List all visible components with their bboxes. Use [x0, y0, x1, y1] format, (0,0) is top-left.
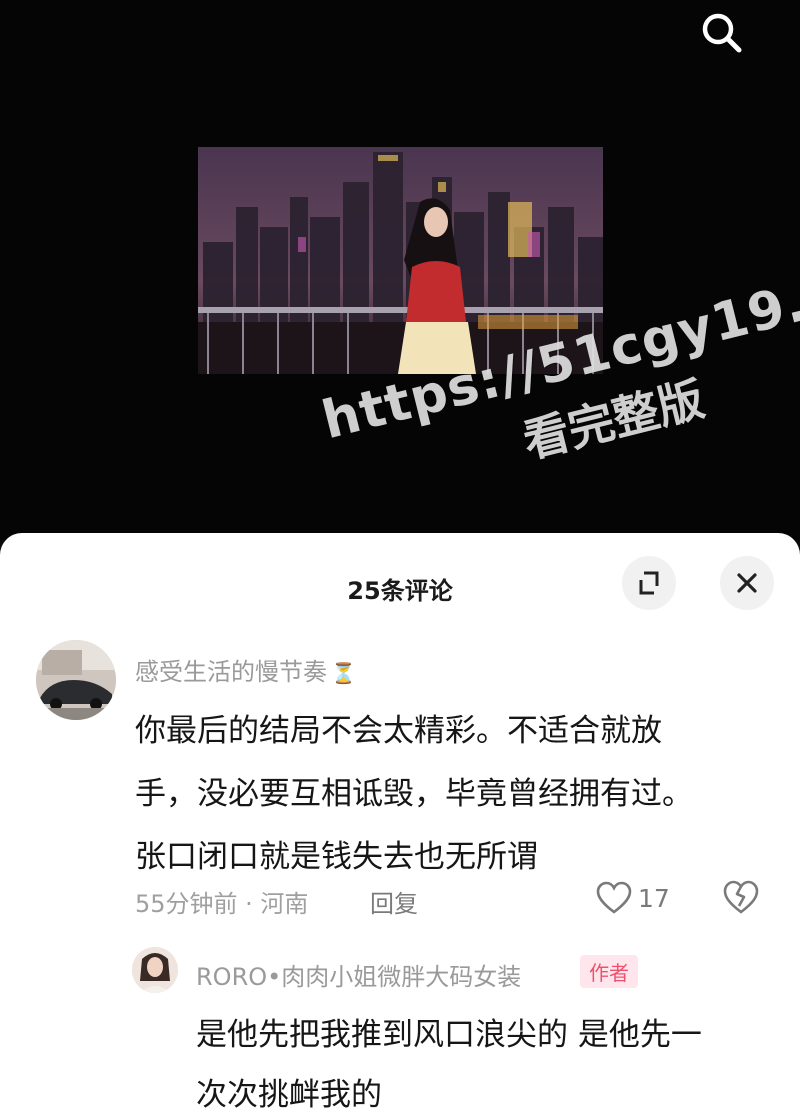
close-icon	[737, 573, 757, 593]
reply-line: 是他先把我推到风口浪尖的 是他先一	[196, 1017, 702, 1053]
comment-text: 你最后的结局不会太精彩。不适合就放 手，没必要互相诋毁，毕竟曾经拥有过。 张口闭…	[135, 700, 775, 889]
like-button[interactable]: 17	[596, 878, 670, 918]
avatar-car-image	[36, 640, 116, 720]
reply-username[interactable]: RORO•肉肉小姐微胖大码女装	[196, 957, 521, 992]
watermark-subtitle: 看完整版	[517, 371, 710, 469]
search-button[interactable]	[694, 8, 750, 58]
broken-heart-icon	[723, 880, 759, 914]
video-thumbnail[interactable]	[198, 147, 603, 374]
comment-meta: 55分钟前 · 河南	[135, 890, 309, 918]
comments-count-title: 25条评论	[347, 577, 453, 605]
comment-line: 你最后的结局不会太精彩。不适合就放	[135, 713, 662, 749]
comment-line: 手，没必要互相诋毁，毕竟曾经拥有过。	[135, 776, 693, 812]
video-frame-image	[198, 147, 603, 374]
reply-line: 次次挑衅我的	[196, 1077, 382, 1113]
reply-text: 是他先把我推到风口浪尖的 是他先一 次次挑衅我的	[196, 1005, 786, 1114]
author-badge: 作者	[580, 955, 638, 988]
search-icon	[702, 13, 742, 53]
close-button[interactable]	[720, 556, 774, 610]
like-count: 17	[638, 883, 670, 913]
avatar[interactable]	[36, 640, 116, 720]
video-player[interactable]: https://51cgy19.com 看完整版	[0, 0, 800, 540]
app-root: https://51cgy19.com 看完整版 25条评论 感受生活的慢节奏 …	[0, 0, 800, 1114]
hourglass-icon: ⏳	[331, 661, 356, 685]
comment-username[interactable]: 感受生活的慢节奏 ⏳	[135, 652, 356, 687]
comment-line: 张口闭口就是钱失去也无所谓	[135, 839, 538, 875]
comment-username-text: 感受生活的慢节奏	[135, 658, 327, 686]
avatar-person-image	[132, 947, 178, 993]
expand-button[interactable]	[622, 556, 676, 610]
dislike-button[interactable]	[722, 878, 760, 916]
reply-avatar[interactable]	[132, 947, 178, 993]
comments-sheet: 25条评论 感受生活的慢节奏 ⏳ 你最后的结局不会太精彩。不适合就放 手，没必要…	[0, 533, 800, 1114]
expand-icon	[639, 571, 659, 595]
heart-icon	[596, 881, 632, 914]
reply-button[interactable]: 回复	[370, 884, 418, 919]
